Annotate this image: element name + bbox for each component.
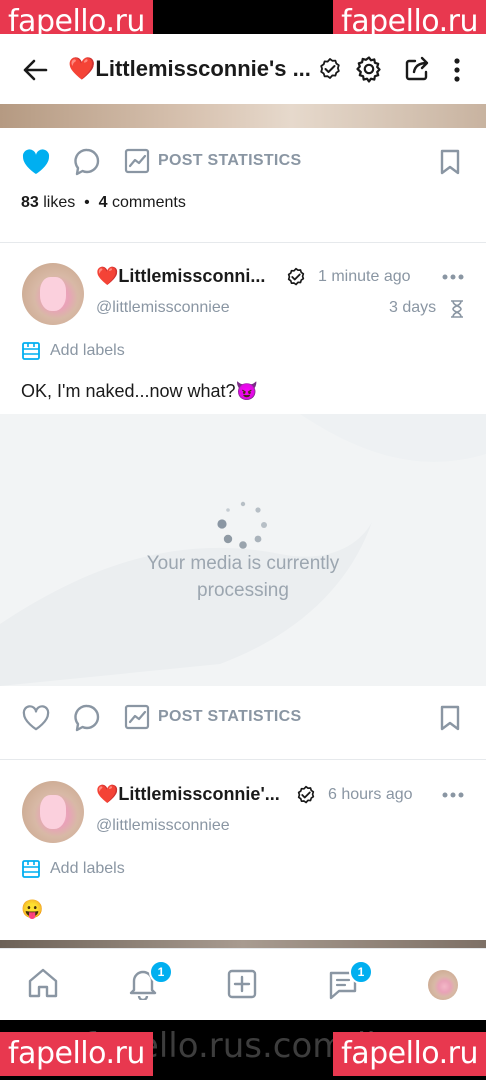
post2-handle[interactable]: @littlemissconniee xyxy=(96,299,230,317)
post2-expiry: 3 days xyxy=(389,299,437,316)
post3-media-top[interactable] xyxy=(0,940,486,948)
media-processing-placeholder[interactable]: Your media is currently processing xyxy=(0,414,486,686)
labels-icon[interactable] xyxy=(22,860,40,878)
comments-word[interactable]: comments xyxy=(112,194,186,211)
media-message-line2: processing xyxy=(197,580,289,601)
back-arrow-icon[interactable] xyxy=(22,58,48,82)
avatar[interactable] xyxy=(22,263,84,325)
watermark-bottom-left: fapello.ru xyxy=(0,1032,153,1076)
media-processing-message: Your media is currently processing xyxy=(0,550,486,604)
more-vertical-icon[interactable] xyxy=(452,57,462,83)
like-heart-icon[interactable] xyxy=(22,705,50,731)
likes-comments-summary: 83 likes • 4 comments xyxy=(21,194,186,212)
post-statistics-button[interactable]: POST STATISTICS xyxy=(158,152,301,170)
loading-spinner-icon xyxy=(217,500,269,552)
post1-actions: POST STATISTICS xyxy=(0,136,486,186)
labels-icon[interactable] xyxy=(22,342,40,360)
comments-count: 4 xyxy=(98,194,108,211)
post-media-bottom[interactable] xyxy=(0,104,486,128)
post-divider xyxy=(0,242,486,243)
post3-text: 😛 xyxy=(21,899,44,919)
app-header: ❤️Littlemissconnie's ... xyxy=(0,34,486,104)
add-labels-link[interactable]: Add labels xyxy=(50,342,125,360)
add-labels-link[interactable]: Add labels xyxy=(50,860,125,878)
likes-word[interactable]: likes xyxy=(43,194,75,211)
post-divider xyxy=(0,759,486,760)
media-message-line1: Your media is currently xyxy=(146,553,340,574)
more-horizontal-icon[interactable] xyxy=(442,274,464,280)
bottom-navigation: 1 1 xyxy=(0,948,486,1021)
settings-gear-icon[interactable] xyxy=(355,55,383,83)
hourglass-icon xyxy=(450,300,464,318)
notifications-badge: 1 xyxy=(149,960,173,984)
like-heart-icon[interactable] xyxy=(21,148,51,176)
post3-handle[interactable]: @littlemissconniee xyxy=(96,817,230,835)
home-icon[interactable] xyxy=(26,967,60,999)
post2-actions: POST STATISTICS xyxy=(0,692,486,742)
bookmark-icon[interactable] xyxy=(440,705,460,731)
post3-author-name[interactable]: ❤️Littlemissconnie'... xyxy=(96,784,280,805)
messages-badge: 1 xyxy=(349,960,373,984)
separator: • xyxy=(84,194,90,211)
post2-text: OK, I'm naked...now what?😈 xyxy=(21,381,258,401)
bookmark-icon[interactable] xyxy=(440,149,460,175)
verified-icon xyxy=(296,785,316,805)
share-icon[interactable] xyxy=(404,56,432,82)
post-statistics-button[interactable]: POST STATISTICS xyxy=(158,708,301,726)
verified-icon xyxy=(318,57,342,81)
verified-icon xyxy=(286,267,306,287)
statistics-icon[interactable] xyxy=(124,704,150,730)
comment-icon[interactable] xyxy=(73,703,101,733)
more-horizontal-icon[interactable] xyxy=(442,792,464,798)
comment-icon[interactable] xyxy=(73,147,101,177)
page-title: ❤️Littlemissconnie's ... xyxy=(68,56,311,81)
likes-count: 83 xyxy=(21,194,39,211)
statistics-icon[interactable] xyxy=(124,148,150,174)
profile-avatar[interactable] xyxy=(428,970,458,1000)
post3-timestamp[interactable]: 6 hours ago xyxy=(328,786,413,804)
add-post-icon[interactable] xyxy=(226,968,258,1000)
post2-author-name[interactable]: ❤️Littlemissconni... xyxy=(96,266,265,287)
post2-timestamp[interactable]: 1 minute ago xyxy=(318,268,411,286)
avatar[interactable] xyxy=(22,781,84,843)
watermark-bottom-right: fapello.ru xyxy=(333,1032,486,1076)
